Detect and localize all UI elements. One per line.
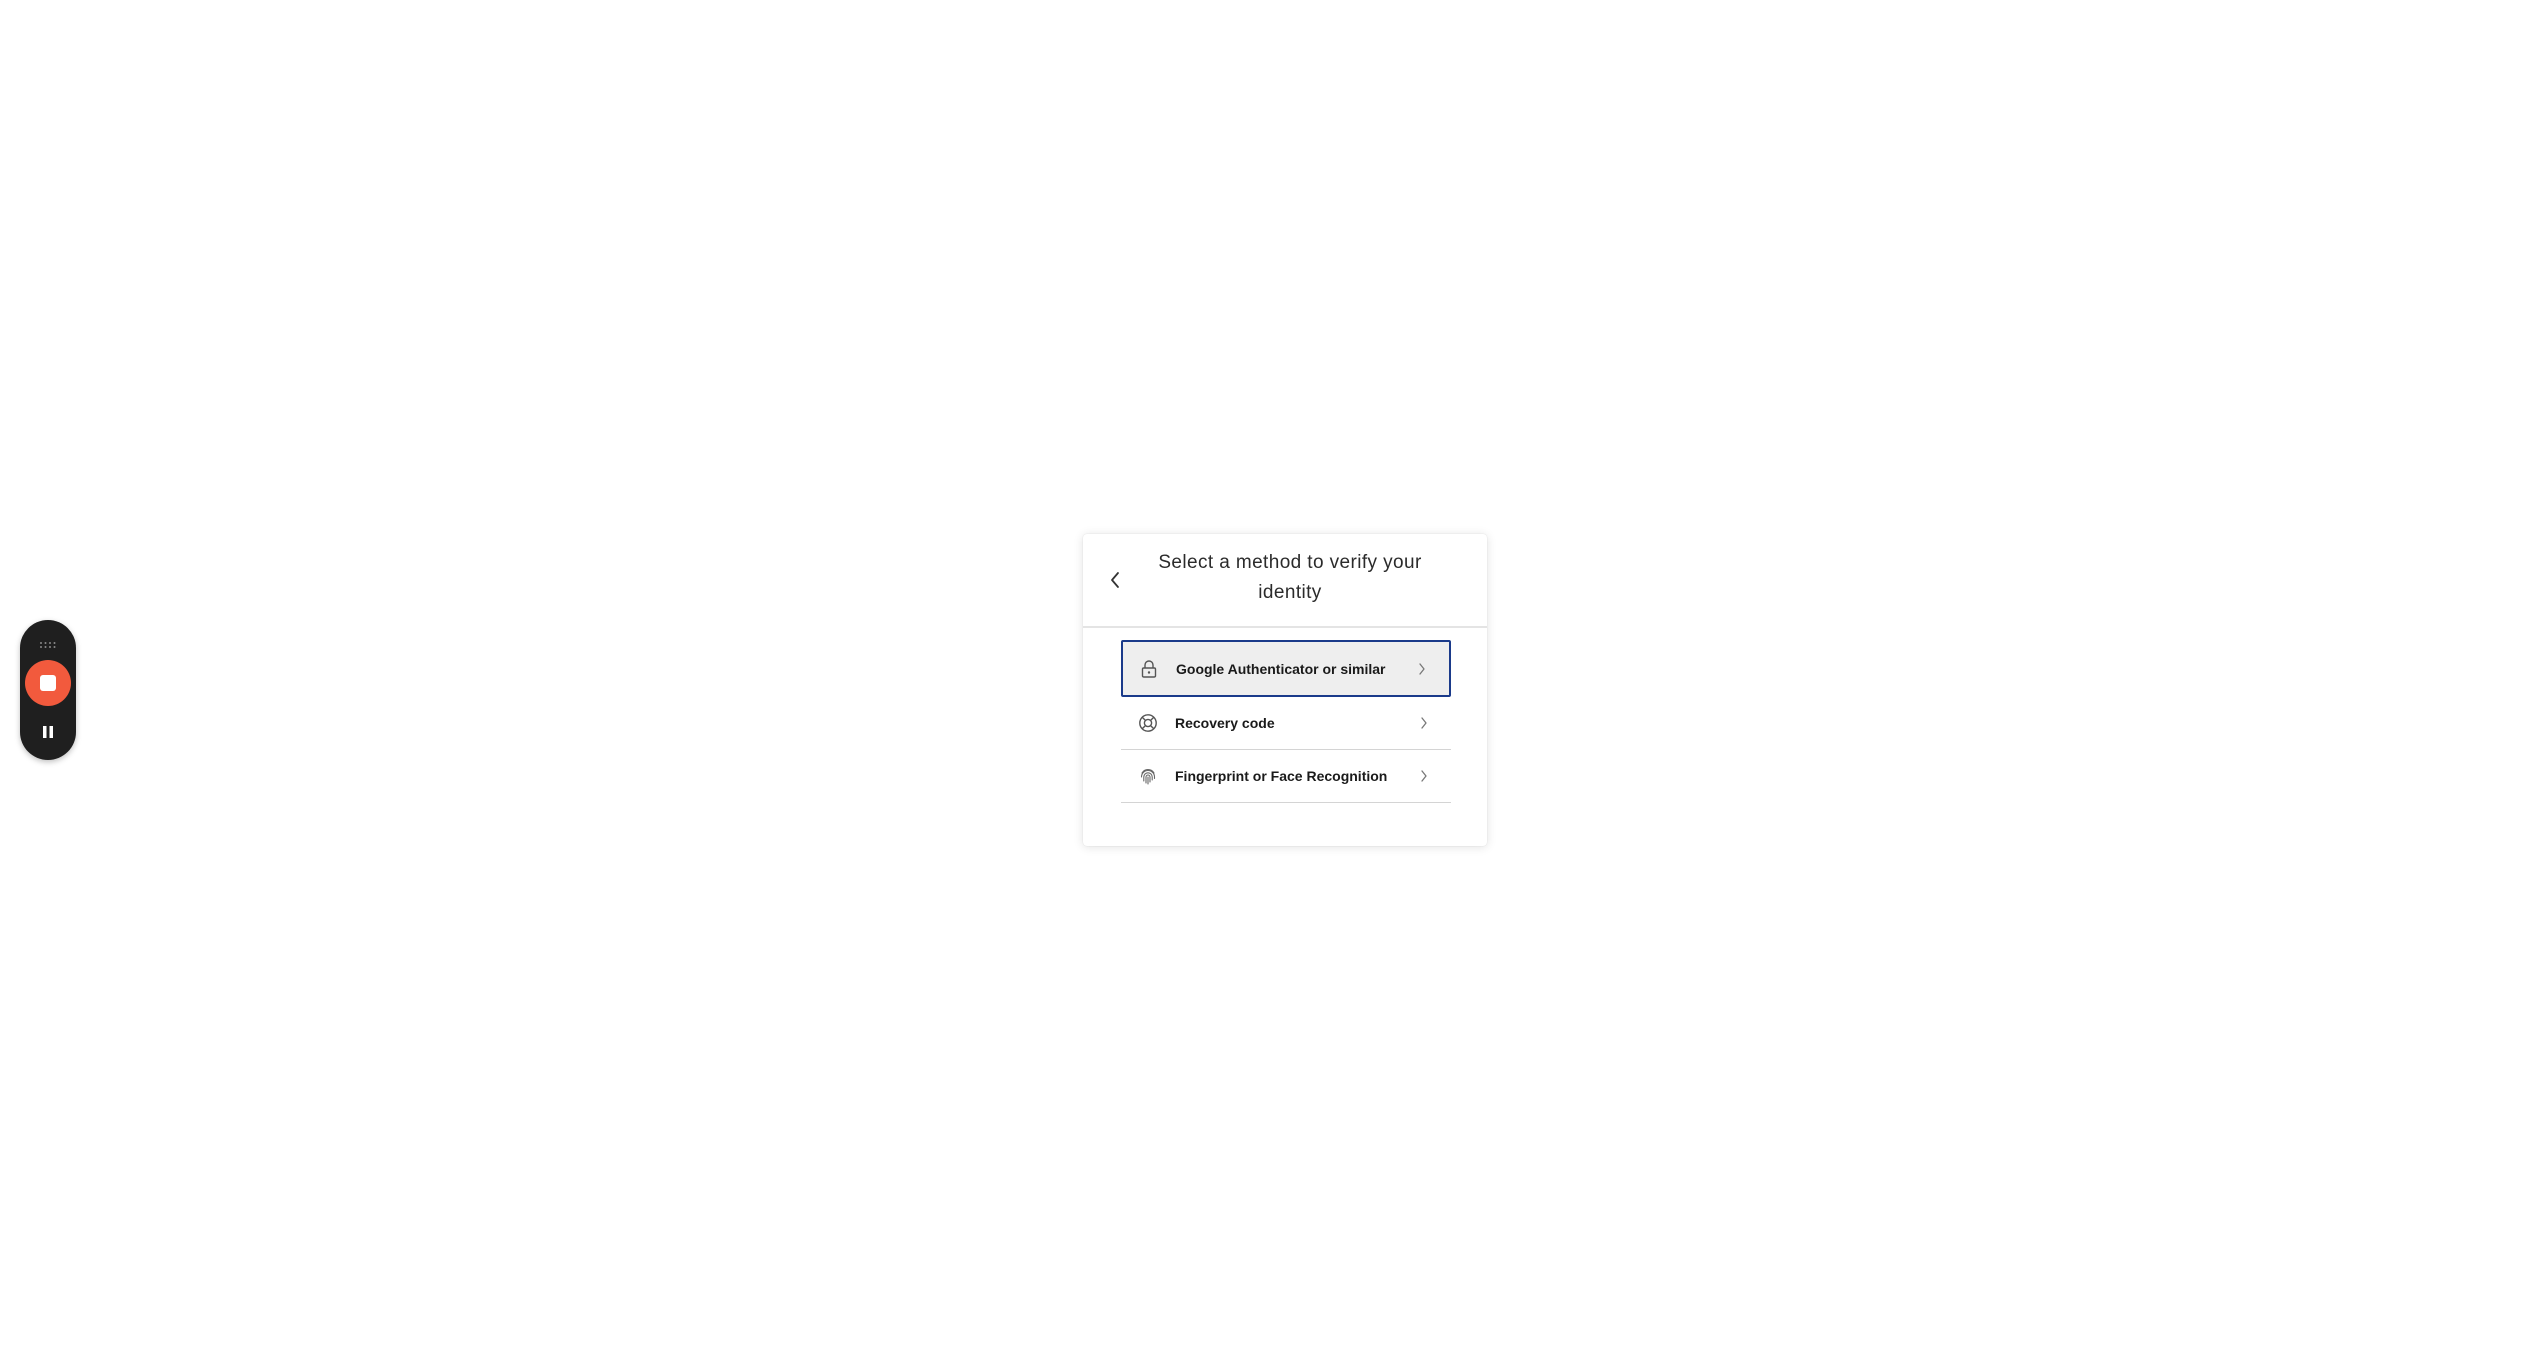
chevron-left-icon (1111, 572, 1119, 588)
pause-recording-button[interactable] (36, 720, 60, 744)
pause-icon (43, 726, 53, 738)
chevron-right-icon (1417, 716, 1431, 730)
method-label: Google Authenticator or similar (1176, 660, 1386, 677)
dialog-title: Select a method to verify your identity (1158, 552, 1422, 603)
dialog-header: Select a method to verify your identity (1083, 534, 1487, 628)
stop-icon (40, 675, 56, 691)
lock-icon (1138, 658, 1160, 680)
method-recovery-code[interactable]: Recovery code (1121, 697, 1451, 750)
back-button[interactable] (1103, 568, 1127, 592)
lifebuoy-icon (1137, 712, 1159, 734)
chevron-right-icon (1417, 769, 1431, 783)
chevron-right-icon (1415, 662, 1429, 676)
stop-recording-button[interactable] (25, 660, 71, 706)
method-google-authenticator[interactable]: Google Authenticator or similar (1121, 640, 1451, 697)
verify-identity-dialog: Select a method to verify your identity … (1083, 534, 1487, 846)
method-list: Google Authenticator or similar Recovery… (1121, 640, 1451, 803)
method-fingerprint-face[interactable]: Fingerprint or Face Recognition (1121, 750, 1451, 803)
recorder-toolbar (20, 620, 76, 760)
method-label: Recovery code (1175, 715, 1275, 731)
drag-dots-icon[interactable] (39, 636, 57, 648)
method-label: Fingerprint or Face Recognition (1175, 768, 1388, 784)
fingerprint-icon (1137, 765, 1159, 787)
